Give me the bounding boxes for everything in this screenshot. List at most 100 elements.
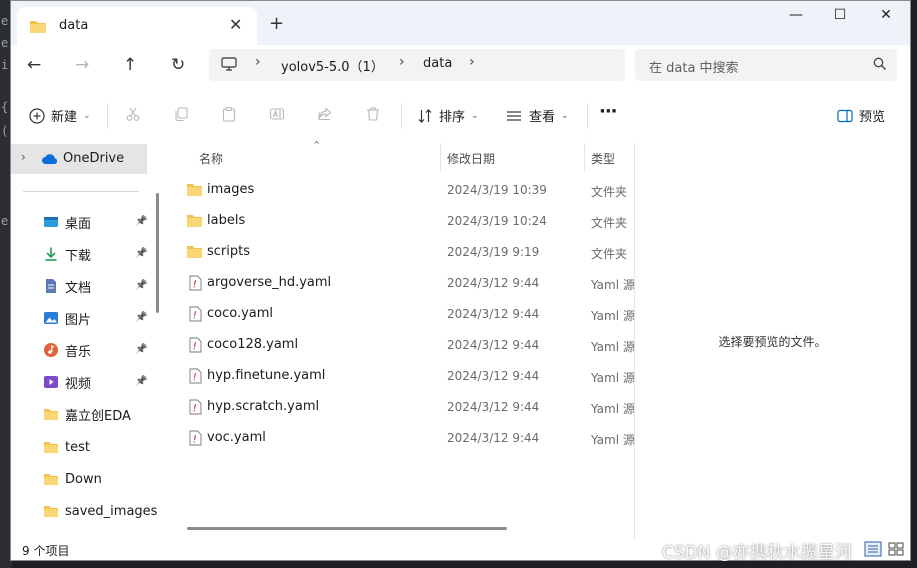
pin-icon[interactable]: 📌 [135,312,147,323]
preview-button[interactable]: 预览 [837,106,885,125]
pin-icon[interactable]: 📌 [135,376,147,387]
column-divider[interactable] [440,143,441,171]
pin-icon[interactable]: 📌 [135,280,147,291]
sidebar-item-label: Down [65,471,102,487]
table-row[interactable]: coco.yaml 2024/3/12 9:44 Yaml 源 [169,299,634,330]
back-button[interactable]: ← [27,55,41,75]
pin-icon[interactable]: 📌 [135,248,147,259]
file-explorer-window: data ✕ + — ☐ ✕ ← → ↑ ↻ › yolov5-5.0（1） ›… [10,0,911,561]
breadcrumb-data[interactable]: data [423,56,452,71]
folder-icon [44,506,58,517]
sidebar-item[interactable]: 下载 [41,243,91,265]
horizontal-scrollbar[interactable] [187,527,507,530]
refresh-button[interactable]: ↻ [171,55,185,75]
file-name: voc.yaml [207,430,266,445]
sort-button[interactable]: 排序 ⌄ [417,106,479,125]
table-row[interactable]: hyp.scratch.yaml 2024/3/12 9:44 Yaml 源 [169,392,634,423]
new-button[interactable]: 新建 ⌄ [29,106,91,125]
sidebar-item[interactable]: Down [41,468,102,490]
sidebar-item[interactable]: 桌面 [41,211,91,233]
close-tab-icon[interactable]: ✕ [229,15,242,34]
column-header-type[interactable]: 类型 [591,150,615,167]
forward-button[interactable]: → [75,55,89,75]
breadcrumb-yolov5[interactable]: yolov5-5.0（1） [281,56,384,75]
table-row[interactable]: voc.yaml 2024/3/12 9:44 Yaml 源 [169,423,634,454]
share-icon[interactable] [317,106,333,122]
computer-icon [221,57,237,71]
search-box[interactable]: 在 data 中搜索 [635,49,897,81]
column-header-name[interactable]: 名称 [199,150,223,167]
sidebar-item-label: 嘉立创EDA [65,408,131,424]
navigation-pane: › OneDrive 桌面 📌 下载 📌 文档 📌 图片 📌 音乐 📌 视频 📌 嘉立创EDA test D… [11,143,169,539]
pin-icon[interactable]: 📌 [135,216,147,227]
rename-icon[interactable] [269,106,285,122]
preview-message: 选择要预览的文件。 [718,335,827,349]
address-bar[interactable]: › yolov5-5.0（1） › data › [209,49,625,81]
table-row[interactable]: argoverse_hd.yaml 2024/3/12 9:44 Yaml 源 [169,268,634,299]
sidebar-item[interactable]: 视频 [41,371,91,393]
thumbnail-view-icon[interactable] [887,541,905,557]
chevron-right-icon[interactable]: › [21,150,26,164]
preview-pane: 选择要预览的文件。 [634,143,910,539]
maximize-button[interactable]: ☐ [817,7,863,27]
toolbar-divider [587,103,588,129]
table-row[interactable]: scripts 2024/3/19 9:19 文件夹 [169,237,634,268]
sidebar-item-label: 音乐 [65,344,92,360]
minimize-button[interactable]: — [773,7,819,27]
sidebar-item[interactable]: 嘉立创EDA [41,403,131,425]
folder-icon [187,246,202,258]
sidebar-divider [23,191,139,192]
table-row[interactable]: hyp.finetune.yaml 2024/3/12 9:44 Yaml 源 [169,361,634,392]
download-icon [45,247,57,261]
music-icon [44,343,58,357]
table-row[interactable]: images 2024/3/19 10:39 文件夹 [169,175,634,206]
close-window-button[interactable]: ✕ [863,7,909,27]
toolbar-divider [401,103,402,129]
folder-icon [44,474,58,485]
column-headers: ⌃ 名称 修改日期 类型 [169,139,634,171]
details-view-icon[interactable] [864,541,882,557]
item-count: 9 个项目 [22,544,70,558]
delete-icon[interactable] [365,106,381,122]
sort-label: 排序 [439,110,466,125]
search-icon [873,57,886,70]
table-row[interactable]: labels 2024/3/19 10:24 文件夹 [169,206,634,237]
column-header-date[interactable]: 修改日期 [447,150,495,167]
file-name: argoverse_hd.yaml [207,275,332,290]
sidebar-item[interactable]: 音乐 [41,339,91,361]
chevron-down-icon: ⌄ [471,110,479,121]
folder-icon [44,409,58,420]
file-name: labels [207,213,246,228]
more-options-button[interactable]: ··· [599,101,617,122]
pictures-icon [44,312,58,324]
chevron-right-icon[interactable]: › [469,54,475,70]
cut-icon[interactable] [125,106,141,122]
sidebar-item-label: 视频 [65,376,92,392]
view-button[interactable]: 查看 ⌄ [505,106,569,125]
paste-icon[interactable] [221,106,237,122]
folder-icon [187,184,202,196]
sidebar-item[interactable]: test [41,436,90,458]
file-type: Yaml 源 [591,309,634,323]
sidebar-item-onedrive[interactable]: › OneDrive [11,144,147,174]
tab-data[interactable]: data ✕ [17,7,257,45]
column-divider[interactable] [584,143,585,171]
copy-icon[interactable] [173,106,189,122]
file-type: Yaml 源 [591,278,634,292]
sidebar-scrollbar[interactable] [156,193,159,313]
sidebar-item-label: 下载 [65,248,92,264]
up-button[interactable]: ↑ [123,55,137,75]
sidebar-item[interactable]: saved_images [41,500,157,522]
sidebar-item-label: OneDrive [63,151,125,166]
file-name: hyp.scratch.yaml [207,399,320,414]
chevron-down-icon: ⌄ [83,110,91,121]
pin-icon[interactable]: 📌 [135,344,147,355]
sidebar-item[interactable]: 文档 [41,275,91,297]
sidebar-item-label: 图片 [65,312,92,328]
sidebar-item[interactable]: 图片 [41,307,91,329]
sidebar-item-label: saved_images [65,503,158,519]
sort-ascending-icon: ⌃ [312,139,322,152]
file-date: 2024/3/19 10:39 [447,183,547,197]
new-tab-button[interactable]: + [269,13,284,34]
table-row[interactable]: coco128.yaml 2024/3/12 9:44 Yaml 源 [169,330,634,361]
